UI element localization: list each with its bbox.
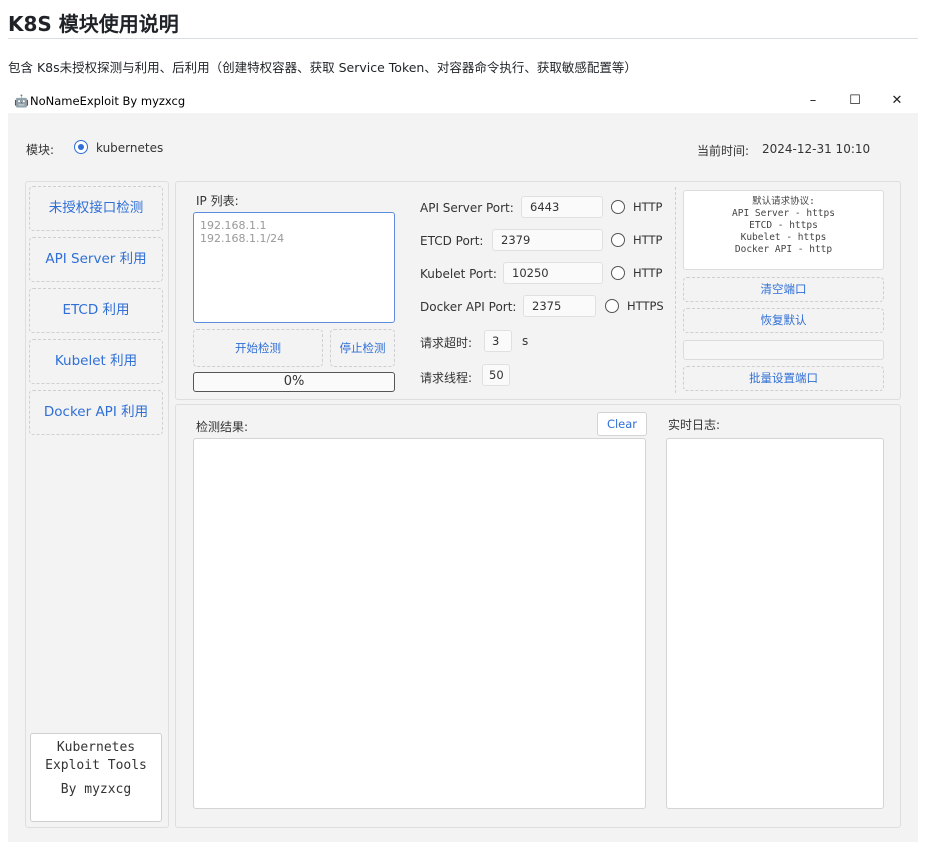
time-value: 2024-12-31 10:10 xyxy=(762,142,871,156)
docker-api-protocol-radio[interactable] xyxy=(605,299,619,313)
footer-line: Kubernetes xyxy=(56,740,136,755)
time-label: 当前时间: xyxy=(697,144,750,158)
close-button[interactable]: ✕ xyxy=(882,90,912,112)
timeout-label: 请求超时: xyxy=(420,336,473,350)
nav-unauth-detect[interactable]: 未授权接口检测 xyxy=(29,186,163,231)
sidebar-footer: Kubernetes Exploit Tools By myzxcg xyxy=(30,733,162,822)
ip-placeholder-line: 192.168.1.1 xyxy=(200,219,267,232)
info-line: API Server - https xyxy=(732,208,835,219)
progress-bar: 0% xyxy=(193,372,395,392)
results-output[interactable] xyxy=(193,438,646,809)
ip-list-label: IP 列表: xyxy=(196,194,239,208)
nav-api-server[interactable]: API Server 利用 xyxy=(29,237,163,282)
timeout-unit: s xyxy=(522,334,529,348)
batch-set-ports-button[interactable]: 批量设置端口 xyxy=(683,366,884,391)
etcd-protocol-label: HTTP xyxy=(633,233,663,247)
progress-text: 0% xyxy=(283,374,305,389)
footer-line: Exploit Tools xyxy=(45,758,147,773)
ip-placeholder-line: 192.168.1.1/24 xyxy=(200,232,285,245)
kubelet-port-label: Kubelet Port: xyxy=(420,267,497,281)
info-line: 默认请求协议: xyxy=(752,196,815,207)
module-option-label: kubernetes xyxy=(96,141,164,155)
robot-icon: 🤖 xyxy=(14,94,29,108)
docker-api-port-label: Docker API Port: xyxy=(420,300,517,314)
start-detect-button[interactable]: 开始检测 xyxy=(193,329,323,367)
nav-docker-api[interactable]: Docker API 利用 xyxy=(29,390,163,435)
vertical-divider xyxy=(675,187,676,393)
clear-ports-button[interactable]: 清空端口 xyxy=(683,277,884,302)
batch-port-input[interactable] xyxy=(683,340,884,360)
api-server-port-label: API Server Port: xyxy=(420,201,514,215)
footer-line: By myzxcg xyxy=(60,782,132,797)
kubelet-port-input[interactable]: 10250 xyxy=(503,262,603,284)
timeout-input[interactable]: 3 xyxy=(484,330,512,352)
default-protocol-info: 默认请求协议: API Server - https ETCD - https … xyxy=(683,190,884,270)
kubelet-protocol-radio[interactable] xyxy=(611,266,625,280)
app-client-area: 模块: kubernetes 当前时间: 2024-12-31 10:10 未授… xyxy=(8,113,918,842)
info-line: Kubelet - https xyxy=(740,232,827,243)
kubelet-protocol-label: HTTP xyxy=(633,266,663,280)
stop-detect-button[interactable]: 停止检测 xyxy=(330,329,395,367)
window-titlebar[interactable]: 🤖 NoNameExploit By myzxcg – ☐ ✕ xyxy=(8,89,918,113)
etcd-port-label: ETCD Port: xyxy=(420,234,484,248)
etcd-protocol-radio[interactable] xyxy=(611,233,625,247)
threads-label: 请求线程: xyxy=(420,371,473,385)
info-line: ETCD - https xyxy=(749,220,818,231)
divider xyxy=(8,38,918,39)
threads-input[interactable]: 50 xyxy=(482,364,510,386)
minimize-button[interactable]: – xyxy=(798,90,828,112)
ip-list-textarea[interactable]: 192.168.1.1 192.168.1.1/24 xyxy=(193,212,395,323)
nav-kubelet[interactable]: Kubelet 利用 xyxy=(29,339,163,384)
doc-title: K8S 模块使用说明 xyxy=(8,12,179,36)
docker-api-port-input[interactable]: 2375 xyxy=(523,295,596,317)
api-server-protocol-radio[interactable] xyxy=(611,200,625,214)
info-line: Docker API - http xyxy=(734,244,833,255)
doc-description: 包含 K8s未授权探测与利用、后利用（创建特权容器、获取 Service Tok… xyxy=(8,60,637,75)
restore-default-button[interactable]: 恢复默认 xyxy=(683,308,884,333)
module-label: 模块: xyxy=(26,143,55,157)
clear-results-button[interactable]: Clear xyxy=(597,412,647,436)
etcd-port-input[interactable]: 2379 xyxy=(492,229,603,251)
api-server-port-input[interactable]: 6443 xyxy=(521,196,603,218)
api-server-protocol-label: HTTP xyxy=(633,200,663,214)
window-title: NoNameExploit By myzxcg xyxy=(30,94,186,108)
maximize-button[interactable]: ☐ xyxy=(840,90,870,112)
results-label: 检测结果: xyxy=(196,420,249,434)
docker-api-protocol-label: HTTPS xyxy=(627,299,664,313)
nav-etcd[interactable]: ETCD 利用 xyxy=(29,288,163,333)
module-radio-kubernetes[interactable] xyxy=(74,140,88,154)
live-log-output[interactable] xyxy=(666,438,884,809)
log-label: 实时日志: xyxy=(668,418,721,432)
